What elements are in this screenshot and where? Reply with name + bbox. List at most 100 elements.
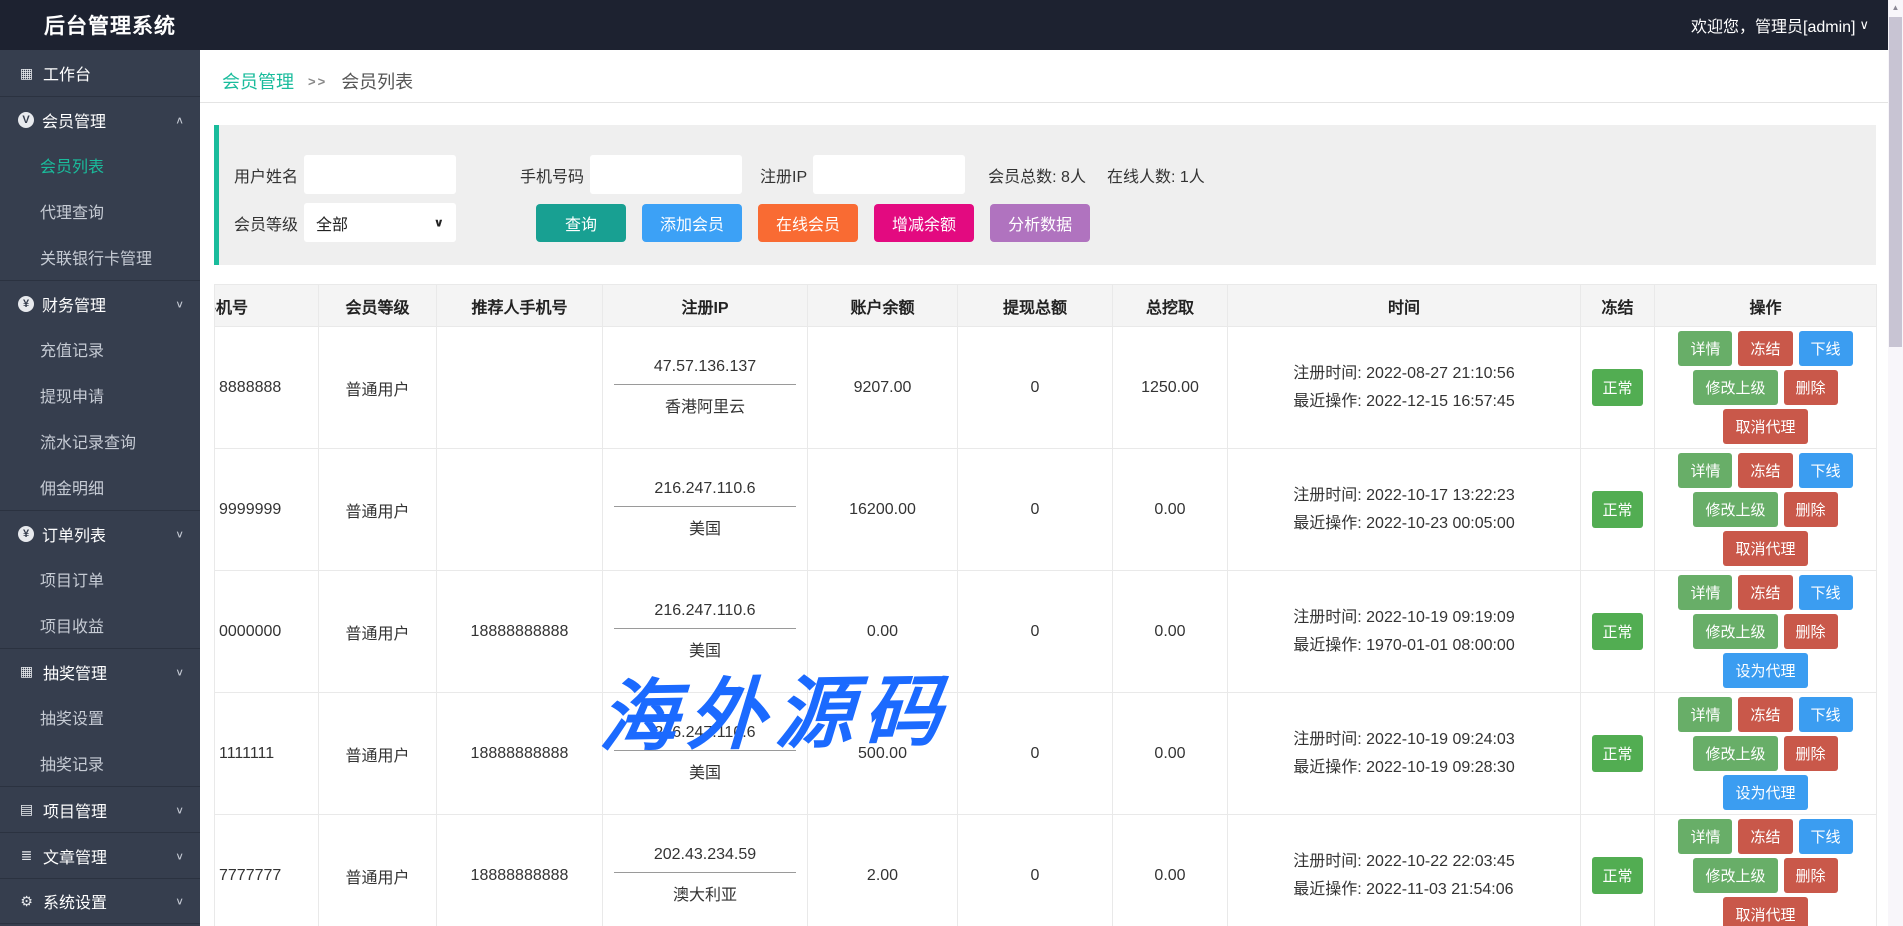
sidebar-item-label: 项目收益	[40, 613, 104, 637]
user-menu[interactable]: 欢迎您，管理员[admin] ∨	[1691, 13, 1869, 37]
sidebar-item-transaction-query[interactable]: 流水记录查询	[0, 418, 200, 464]
register-ip-input[interactable]	[813, 155, 965, 194]
sidebar-item-agent-query[interactable]: 代理查询	[0, 188, 200, 234]
freeze-button[interactable]: 冻结	[1738, 819, 1792, 854]
cell-referrer-phone	[437, 449, 603, 571]
status-badge: 正常	[1592, 613, 1642, 650]
grid-icon: ▦	[18, 65, 35, 82]
cell-freeze-status: 正常	[1581, 571, 1655, 693]
cell-member-level: 普通用户	[319, 815, 437, 926]
sidebar-item-order-list[interactable]: ¥订单列表∨	[0, 510, 200, 556]
details-button[interactable]: 详情	[1678, 331, 1732, 366]
cell-freeze-status: 正常	[1581, 449, 1655, 571]
offline-button[interactable]: 下线	[1799, 453, 1853, 488]
set-agent-button[interactable]: 设为代理	[1723, 653, 1807, 688]
column-header: 推荐人手机号	[437, 285, 603, 327]
set-agent-button[interactable]: 设为代理	[1723, 775, 1807, 810]
column-header: 时间	[1228, 285, 1581, 327]
modify-parent-button[interactable]: 修改上级	[1693, 736, 1777, 771]
total-members-stat: 会员总数: 8人	[988, 163, 1086, 187]
online-members-button[interactable]: 在线会员	[758, 204, 858, 242]
sidebar-item-finance-mgmt[interactable]: ¥财务管理∨	[0, 280, 200, 326]
add-member-button[interactable]: 添加会员	[642, 204, 742, 242]
freeze-button[interactable]: 冻结	[1738, 453, 1792, 488]
member-stats: 会员总数: 8人 在线人数: 1人	[988, 163, 1205, 187]
modify-parent-button[interactable]: 修改上级	[1693, 370, 1777, 405]
username-input[interactable]	[304, 155, 456, 194]
details-button[interactable]: 详情	[1678, 453, 1732, 488]
sidebar-item-member-list[interactable]: 会员列表	[0, 142, 200, 188]
column-header: 注册IP	[603, 285, 808, 327]
ip-location: 美国	[614, 507, 796, 539]
breadcrumb-section-link[interactable]: 会员管理	[222, 68, 294, 94]
breadcrumb-separator: >>	[308, 74, 327, 89]
delete-button[interactable]: 删除	[1784, 492, 1838, 527]
sidebar-item-commission-details[interactable]: 佣金明细	[0, 464, 200, 510]
modify-parent-button[interactable]: 修改上级	[1693, 614, 1777, 649]
offline-button[interactable]: 下线	[1799, 331, 1853, 366]
time-block: 注册时间: 2022-10-17 13:22:23最近操作: 2022-10-2…	[1293, 482, 1514, 536]
cell-register-ip: 216.247.110.6美国	[603, 449, 808, 571]
modify-parent-button[interactable]: 修改上级	[1693, 858, 1777, 893]
cell-referrer-phone: 18888888888	[437, 571, 603, 693]
cell-phone: 8888888	[215, 327, 319, 449]
delete-button[interactable]: 删除	[1784, 858, 1838, 893]
sidebar-item-lottery-settings[interactable]: 抽奖设置	[0, 694, 200, 740]
sidebar-item-bank-card-mgmt[interactable]: 关联银行卡管理	[0, 234, 200, 280]
sidebar-item-project-mgmt[interactable]: ▤项目管理∨	[0, 786, 200, 832]
time-block: 注册时间: 2022-10-22 22:03:45最近操作: 2022-11-0…	[1293, 848, 1514, 902]
offline-button[interactable]: 下线	[1799, 697, 1853, 732]
cell-register-ip: 47.57.136.137香港阿里云	[603, 327, 808, 449]
sidebar-item-member-mgmt[interactable]: V会员管理∧	[0, 96, 200, 142]
phone-input[interactable]	[590, 155, 742, 194]
sidebar-item-project-orders[interactable]: 项目订单	[0, 556, 200, 602]
analyze-data-button[interactable]: 分析数据	[990, 204, 1090, 242]
ip-block: 216.247.110.6美国	[614, 480, 796, 539]
delete-button[interactable]: 删除	[1784, 614, 1838, 649]
member-level-value: 全部	[316, 211, 348, 235]
adjust-balance-button[interactable]: 增减余额	[874, 204, 974, 242]
sidebar-item-label: 系统设置	[43, 889, 107, 913]
sidebar-item-lottery-mgmt[interactable]: ▦抽奖管理∨	[0, 648, 200, 694]
cell-withdraw-total: 0	[958, 571, 1113, 693]
sidebar-item-article-mgmt[interactable]: ≣文章管理∨	[0, 832, 200, 878]
sidebar-item-lottery-records[interactable]: 抽奖记录	[0, 740, 200, 786]
vertical-scrollbar[interactable]: ▲	[1888, 0, 1903, 926]
details-button[interactable]: 详情	[1678, 697, 1732, 732]
sidebar-item-workbench[interactable]: ▦工作台	[0, 50, 200, 96]
details-button[interactable]: 详情	[1678, 575, 1732, 610]
delete-button[interactable]: 删除	[1784, 370, 1838, 405]
cancel-agent-button[interactable]: 取消代理	[1723, 409, 1807, 444]
ip-location: 美国	[614, 629, 796, 661]
modify-parent-button[interactable]: 修改上级	[1693, 492, 1777, 527]
delete-button[interactable]: 删除	[1784, 736, 1838, 771]
cancel-agent-button[interactable]: 取消代理	[1723, 897, 1807, 926]
scroll-up-arrow-icon[interactable]: ▲	[1888, 3, 1903, 12]
sidebar-item-project-earnings[interactable]: 项目收益	[0, 602, 200, 648]
sidebar-item-system-settings[interactable]: ⚙系统设置∨	[0, 878, 200, 924]
cell-operations: 详情冻结下线修改上级删除取消代理	[1655, 449, 1877, 571]
gear-icon: ⚙	[18, 893, 35, 910]
time-block: 注册时间: 2022-10-19 09:24:03最近操作: 2022-10-1…	[1293, 726, 1514, 780]
offline-button[interactable]: 下线	[1799, 819, 1853, 854]
column-header: 会员等级	[319, 285, 437, 327]
scrollbar-thumb[interactable]	[1889, 17, 1902, 347]
time-line: 最近操作: 2022-10-19 09:28:30	[1293, 754, 1514, 781]
ip-block: 216.247.110.6美国	[614, 602, 796, 661]
sidebar-item-withdraw-requests[interactable]: 提现申请	[0, 372, 200, 418]
phone-label: 手机号码	[520, 163, 584, 187]
sidebar-item-recharge-records[interactable]: 充值记录	[0, 326, 200, 372]
offline-button[interactable]: 下线	[1799, 575, 1853, 610]
search-button[interactable]: 查询	[536, 204, 626, 242]
member-level-select[interactable]: 全部 ∨	[304, 203, 456, 242]
time-line: 最近操作: 2022-11-03 21:54:06	[1293, 876, 1514, 903]
chevron-down-icon: ∨	[175, 666, 184, 678]
freeze-button[interactable]: 冻结	[1738, 575, 1792, 610]
sidebar-item-label: 项目订单	[40, 567, 104, 591]
cancel-agent-button[interactable]: 取消代理	[1723, 531, 1807, 566]
cell-withdraw-total: 0	[958, 327, 1113, 449]
details-button[interactable]: 详情	[1678, 819, 1732, 854]
freeze-button[interactable]: 冻结	[1738, 331, 1792, 366]
freeze-button[interactable]: 冻结	[1738, 697, 1792, 732]
column-header: 冻结	[1581, 285, 1655, 327]
